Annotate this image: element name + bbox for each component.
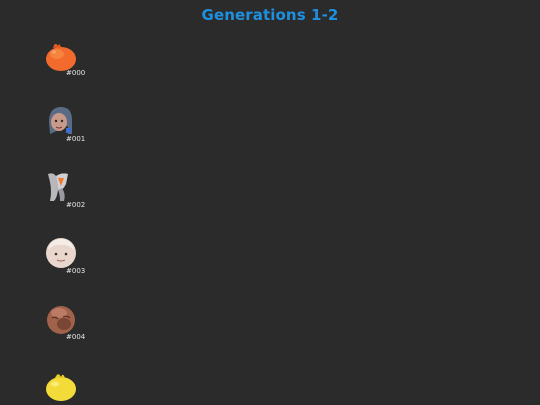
pale-round-face-icon <box>46 238 76 268</box>
list-item[interactable]: #000 <box>44 38 104 84</box>
list-item[interactable] <box>44 368 104 405</box>
yellow-blob-icon <box>46 374 76 401</box>
entry-number: #003 <box>66 267 86 275</box>
entry-number: #004 <box>66 333 86 341</box>
silver-orange-figure-icon <box>48 173 68 201</box>
entry-number: #002 <box>66 201 86 209</box>
entry-number: #000 <box>66 69 86 77</box>
list-item[interactable]: #002 <box>44 170 104 216</box>
list-item[interactable]: #001 <box>44 104 104 150</box>
orange-blob-icon <box>46 43 76 71</box>
page: Generations 1-2 #000 #001 #002 #003 #004 <box>0 0 540 405</box>
list-item[interactable]: #004 <box>44 302 104 348</box>
list-item[interactable]: #003 <box>44 236 104 282</box>
brown-bald-head-icon <box>47 306 75 334</box>
hooded-face-icon <box>49 107 72 134</box>
entry-number: #001 <box>66 135 86 143</box>
page-title: Generations 1-2 <box>201 6 339 24</box>
